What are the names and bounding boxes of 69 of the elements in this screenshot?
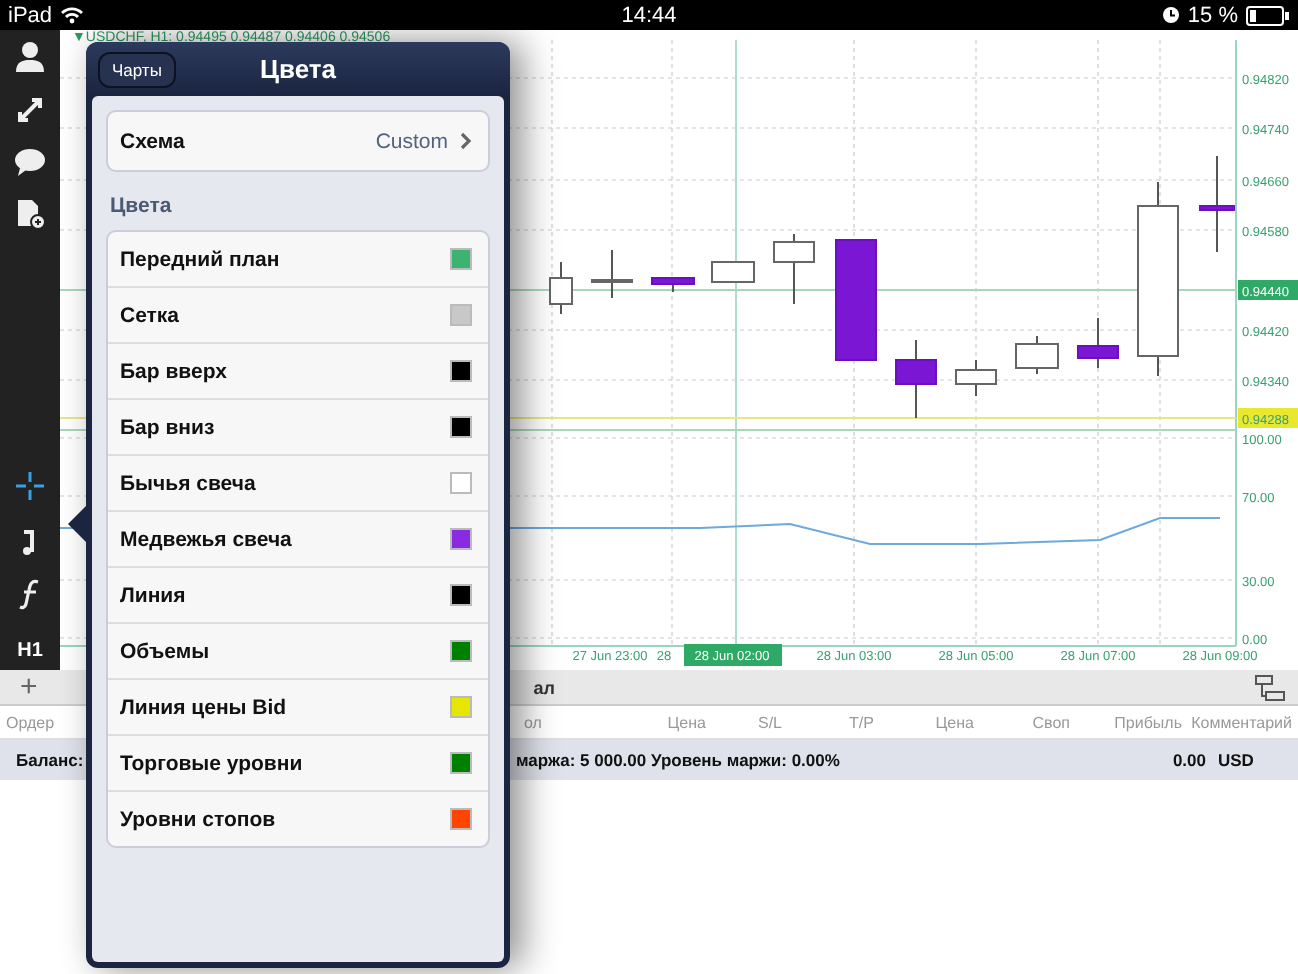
chat-icon[interactable] (14, 148, 46, 176)
candle (1015, 335, 1059, 375)
color-label: Линия (120, 583, 188, 607)
color-row[interactable]: Объемы (108, 624, 488, 680)
chevron-icon (460, 132, 472, 150)
timeframe-button[interactable]: H1 (17, 632, 43, 670)
color-row[interactable]: Уровни стопов (108, 792, 488, 846)
column-header: Цена (665, 713, 708, 731)
margin-text: маржа: 5 000.00 Уровень маржи: 0.00% (516, 750, 840, 770)
arrows-icon[interactable] (14, 94, 46, 126)
color-label: Передний план (120, 247, 282, 271)
candle (591, 249, 633, 299)
device-name: iPad (8, 3, 53, 27)
layout-icon[interactable] (1254, 673, 1286, 701)
color-row[interactable]: Линия цены Bid (108, 680, 488, 736)
color-row[interactable]: Медвежья свеча (108, 512, 488, 568)
candle (1199, 155, 1235, 253)
scheme-row[interactable]: Схема Custom (108, 112, 488, 170)
crosshair-icon[interactable] (14, 470, 46, 502)
document-add-icon[interactable] (14, 198, 46, 230)
color-label: Медвежья свеча (120, 527, 294, 551)
balance-label: Баланс: (16, 750, 84, 770)
battery-icon (1246, 5, 1290, 25)
column-header: Цена (933, 713, 976, 731)
wifi-icon (60, 6, 85, 24)
color-label: Линия цены Bid (120, 695, 289, 719)
color-row[interactable]: Бычья свеча (108, 456, 488, 512)
battery-percent: 15 % (1187, 3, 1238, 27)
column-header: T/P (847, 713, 876, 731)
add-button[interactable]: + (12, 672, 46, 702)
column-header: Прибыль (1112, 713, 1184, 731)
popover-title: Цвета (260, 54, 336, 84)
scheme-label: Схема (120, 129, 187, 153)
candle (549, 261, 573, 315)
color-row[interactable]: Торговые уровни (108, 736, 488, 792)
scheme-value: Custom (375, 129, 448, 153)
person-icon[interactable] (14, 40, 46, 72)
candle (651, 277, 695, 293)
column-header: Своп (1030, 713, 1072, 731)
clock-icon (1161, 6, 1180, 24)
color-row[interactable]: Передний план (108, 232, 488, 288)
column-header: Ордер (4, 713, 57, 731)
column-header: Комментарий (1189, 713, 1294, 731)
back-button[interactable]: Чарты (98, 51, 176, 87)
color-row[interactable]: Сетка (108, 288, 488, 344)
color-label: Объемы (120, 639, 212, 663)
profit-value: 0.00 (1172, 750, 1206, 770)
color-label: Бар вниз (120, 415, 217, 439)
color-label: Бычья свеча (120, 471, 258, 495)
clock-time: 14:44 (621, 3, 677, 27)
candle (895, 339, 937, 419)
color-row[interactable]: Бар вверх (108, 344, 488, 400)
color-label: Бар вверх (120, 359, 229, 383)
column-header: S/L (755, 713, 784, 731)
terminal-tab[interactable]: ал (533, 677, 555, 697)
candle (955, 359, 997, 397)
currency-text: USD (1218, 750, 1256, 770)
function-icon[interactable] (18, 578, 42, 610)
color-label: Уровни стопов (120, 807, 278, 831)
color-row[interactable]: Бар вниз (108, 400, 488, 456)
candle (835, 239, 877, 361)
color-label: Сетка (120, 303, 182, 327)
column-header: ол (522, 713, 544, 731)
section-header: Цвета (108, 192, 174, 222)
candle (1077, 317, 1119, 369)
color-row[interactable]: Линия (108, 568, 488, 624)
color-label: Торговые уровни (120, 751, 305, 775)
candle (773, 233, 815, 305)
candle (711, 261, 755, 283)
